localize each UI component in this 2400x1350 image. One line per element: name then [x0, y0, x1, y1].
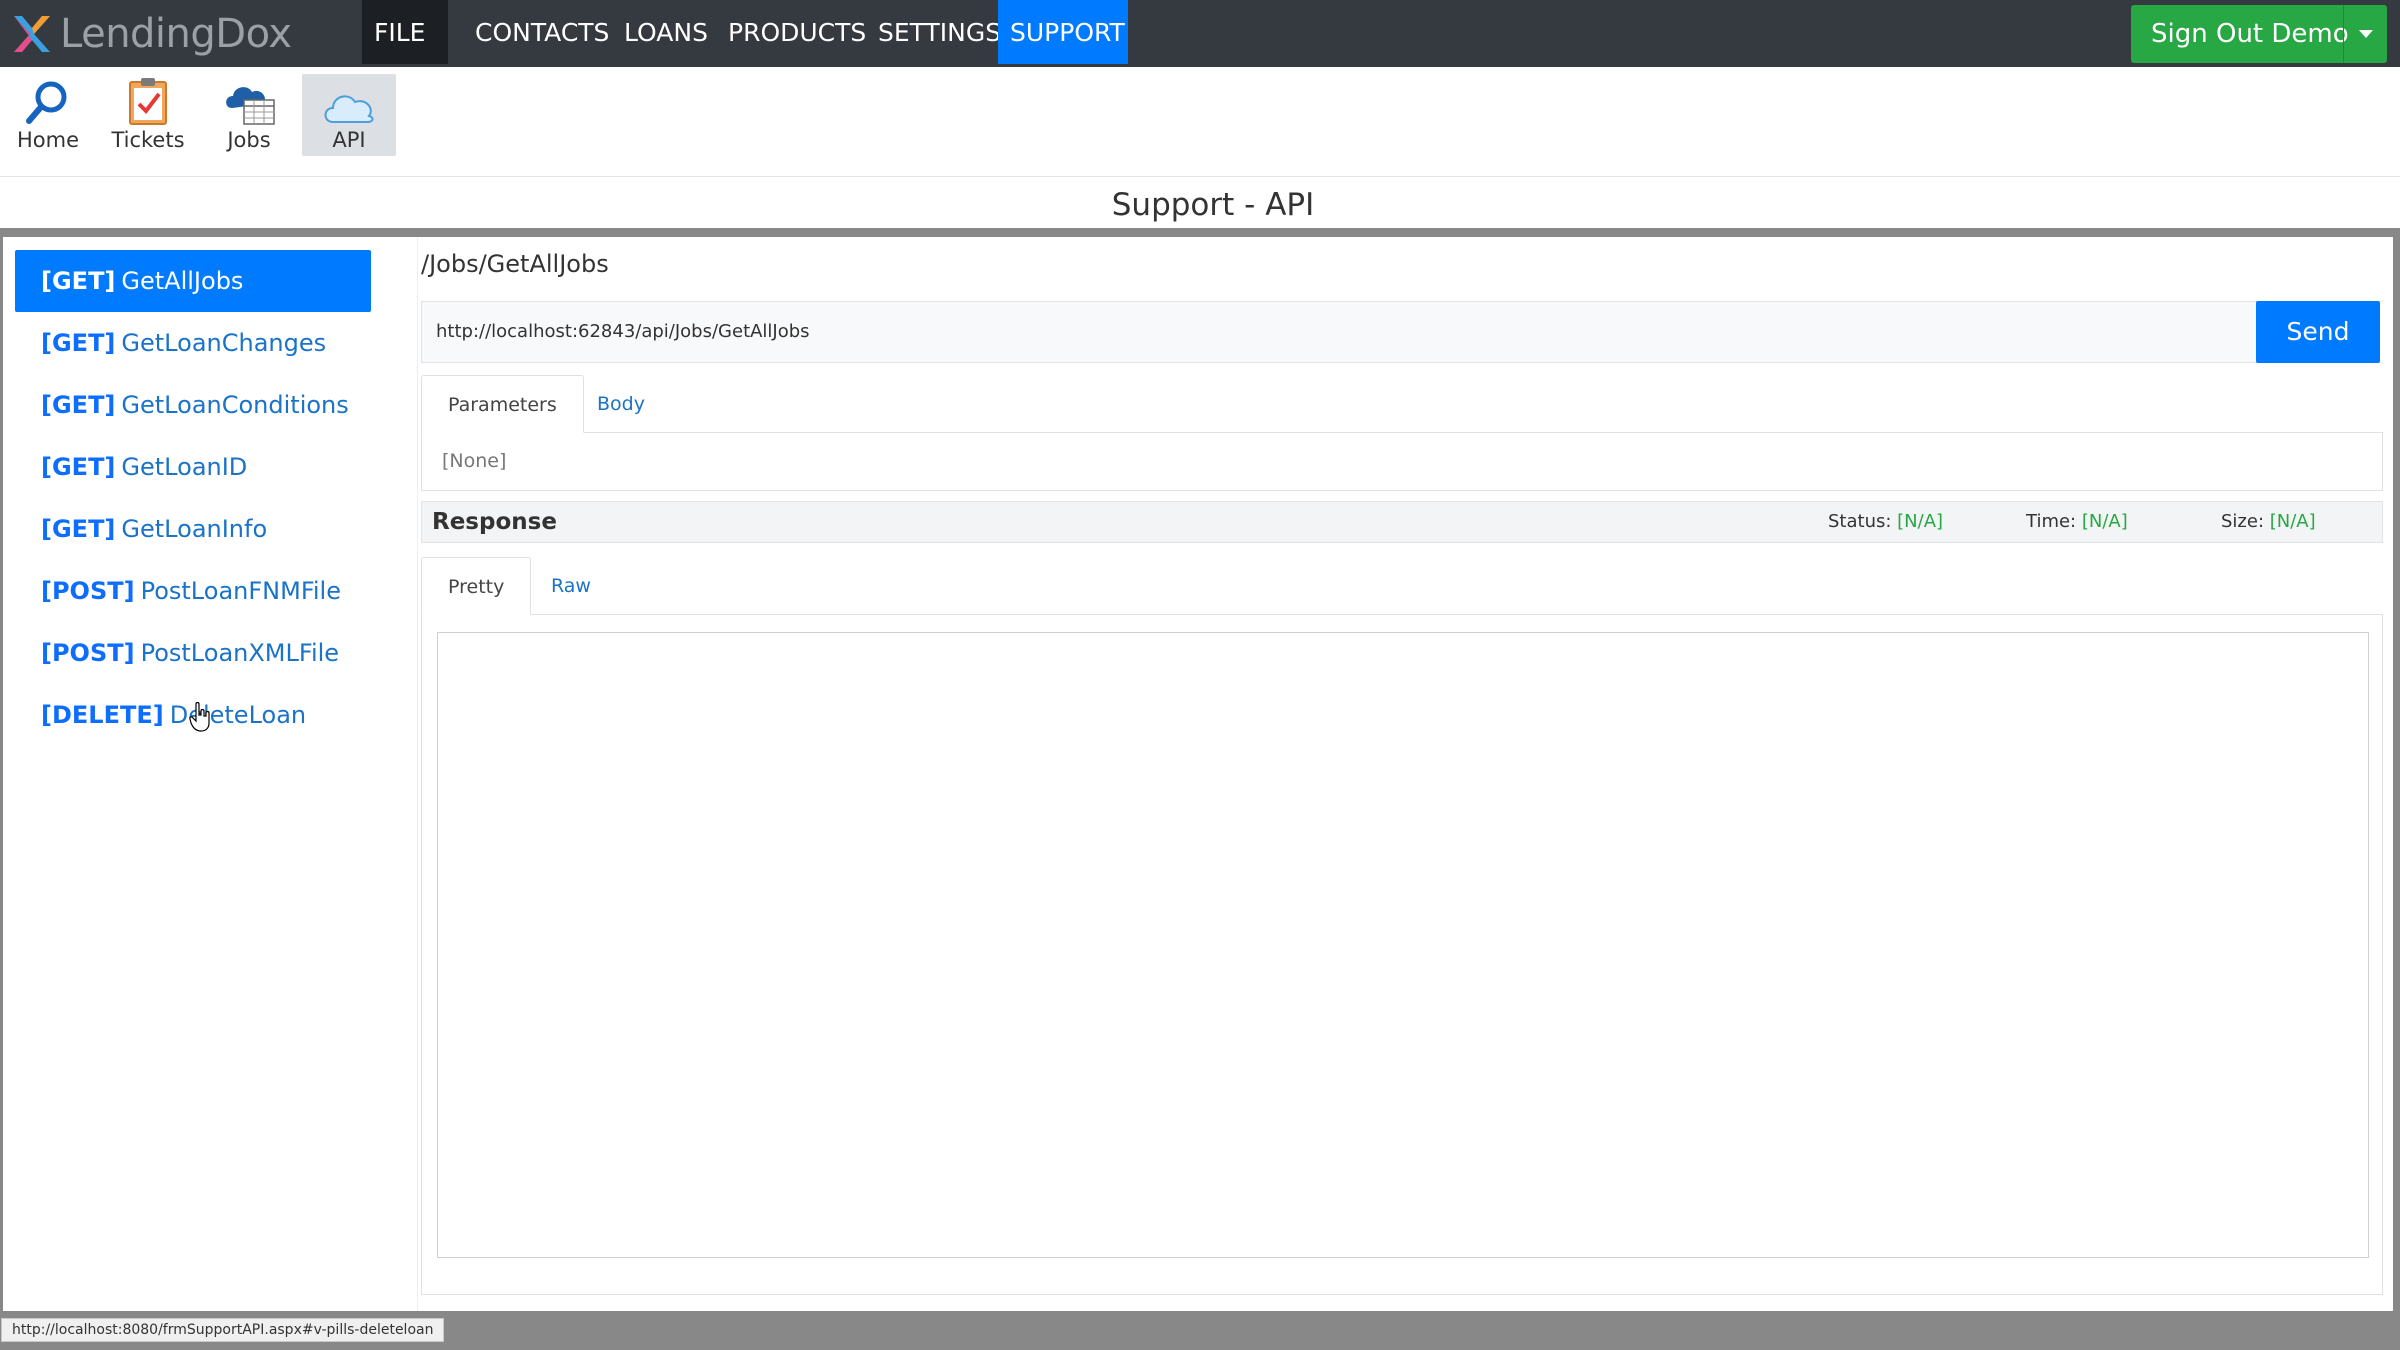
endpoint-pill-getloanid[interactable]: [GET] GetLoanID	[15, 436, 371, 498]
status-readout: Status: [N/A]	[1828, 502, 1943, 542]
endpoint-name: GetLoanInfo	[121, 515, 268, 543]
caret-down-icon	[2359, 30, 2373, 38]
status-value: [N/A]	[1897, 511, 1944, 532]
sign-out-dropdown-toggle[interactable]	[2343, 5, 2387, 63]
endpoint-name: PostLoanFNMFile	[140, 577, 341, 605]
time-label: Time:	[2026, 511, 2077, 532]
toolbar-home-label: Home	[16, 128, 79, 152]
request-tabs: Parameters Body	[421, 375, 2383, 433]
lendingdox-x-icon	[14, 16, 50, 52]
status-label: Status:	[1828, 511, 1892, 532]
endpoint-pill-postloanxmlfile[interactable]: [POST] PostLoanXMLFile	[15, 622, 371, 684]
endpoint-method: [DELETE]	[41, 701, 164, 729]
response-body-panel	[421, 615, 2383, 1295]
request-url-input[interactable]: http://localhost:62843/api/Jobs/GetAllJo…	[421, 301, 2257, 363]
brand-name: LendingDox	[60, 11, 292, 57]
size-readout: Size: [N/A]	[2221, 502, 2316, 542]
ribbon-toolbar: Home Tickets Jobs API	[0, 67, 2400, 177]
endpoint-method: [GET]	[41, 391, 116, 419]
response-title: Response	[432, 509, 557, 535]
size-label: Size:	[2221, 511, 2265, 532]
endpoint-name: GetLoanID	[121, 453, 248, 481]
toolbar-home-button[interactable]: Home	[1, 74, 95, 156]
endpoint-method: [GET]	[41, 329, 116, 357]
endpoint-name: PostLoanXMLFile	[140, 639, 340, 667]
hand-cursor-icon	[189, 702, 210, 732]
cloud-icon	[324, 95, 374, 123]
tab-raw[interactable]: Raw	[525, 557, 617, 615]
endpoint-method: [POST]	[41, 577, 135, 605]
nav-support[interactable]: SUPPORT	[998, 0, 1128, 64]
endpoint-pill-getloanchanges[interactable]: [GET] GetLoanChanges	[15, 312, 371, 374]
tab-pretty[interactable]: Pretty	[421, 557, 532, 615]
send-button[interactable]: Send	[2256, 301, 2380, 363]
endpoint-method: [GET]	[41, 267, 116, 295]
content-panel: [GET] GetAllJobs [GET] GetLoanChanges [GET…	[3, 237, 2393, 1311]
sign-out-button[interactable]: Sign Out Demo	[2151, 5, 2349, 63]
nav-file-label: FILE	[374, 18, 426, 47]
toolbar-jobs-button[interactable]: Jobs	[202, 74, 296, 156]
toolbar-api-label: API	[332, 128, 366, 152]
endpoint-pill-postloanfnmfile[interactable]: [POST] PostLoanFNMFile	[15, 560, 371, 622]
endpoint-name: GetLoanChanges	[121, 329, 327, 357]
size-value: [N/A]	[2269, 511, 2316, 532]
toolbar-tickets-button[interactable]: Tickets	[101, 74, 195, 156]
nav-file-menu[interactable]: FILE	[362, 0, 448, 101]
endpoint-method: [GET]	[41, 515, 116, 543]
response-header: Response Status: [N/A] Time: [N/A] Size:…	[421, 501, 2383, 543]
toolbar-jobs-label: Jobs	[227, 128, 271, 152]
tab-parameters[interactable]: Parameters	[421, 375, 584, 433]
nav-loans[interactable]: LOANS	[612, 0, 720, 64]
endpoint-name: GetAllJobs	[121, 267, 244, 295]
response-textarea[interactable]	[437, 632, 2369, 1258]
magnifier-icon	[26, 81, 67, 124]
time-value: [N/A]	[2081, 511, 2128, 532]
nav-products[interactable]: PRODUCTS	[716, 0, 878, 64]
request-panel: /Jobs/GetAllJobs http://localhost:62843/…	[417, 237, 2393, 1311]
endpoint-method: [GET]	[41, 453, 116, 481]
toolbar-tickets-label: Tickets	[111, 128, 185, 152]
cloud-calendar-icon	[226, 87, 275, 125]
time-readout: Time: [N/A]	[2026, 502, 2128, 542]
tab-body[interactable]: Body	[571, 375, 671, 433]
logo[interactable]: LendingDox	[10, 10, 292, 58]
top-navbar: LendingDox FILE CONTACTS LOANS PRODUCTS …	[0, 0, 2400, 101]
clipboard-check-icon	[129, 78, 167, 125]
nav-contacts[interactable]: CONTACTS	[463, 0, 621, 64]
endpoint-pill-getalljobs[interactable]: [GET] GetAllJobs	[15, 250, 371, 312]
endpoint-pill-getloaninfo[interactable]: [GET] GetLoanInfo	[15, 498, 371, 560]
endpoint-method: [POST]	[41, 639, 135, 667]
content-frame: [GET] GetAllJobs [GET] GetLoanChanges [GET…	[0, 228, 2400, 1350]
endpoint-pill-getloanconditions[interactable]: [GET] GetLoanConditions	[15, 374, 371, 436]
endpoint-list: [GET] GetAllJobs [GET] GetLoanChanges [GET…	[15, 250, 371, 746]
toolbar-api-button[interactable]: API	[302, 74, 396, 156]
nav-settings[interactable]: SETTINGS	[866, 0, 1013, 64]
endpoint-path: /Jobs/GetAllJobs	[421, 250, 609, 278]
page-title: Support - API	[1111, 187, 1315, 223]
sign-out-button-group: Sign Out Demo	[2131, 5, 2387, 63]
response-tabs: Pretty Raw	[421, 557, 2383, 615]
browser-status-url: http://localhost:8080/frmSupportAPI.aspx…	[1, 1318, 445, 1342]
parameters-content: [None]	[421, 433, 2383, 491]
endpoint-name: GetLoanConditions	[121, 391, 349, 419]
